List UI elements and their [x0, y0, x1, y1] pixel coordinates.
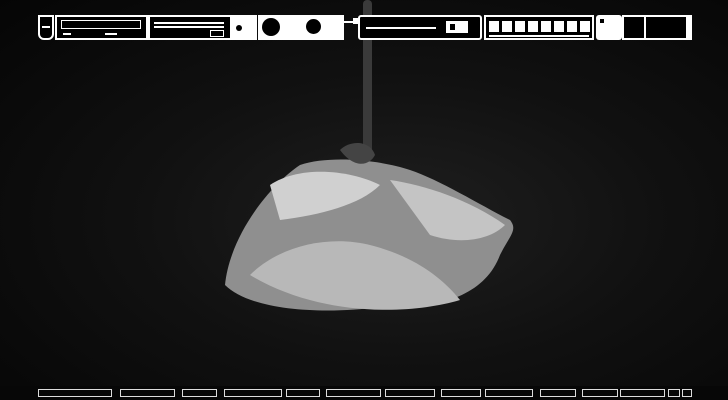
- dock-item-8[interactable]: [441, 389, 481, 397]
- workspace-4-button[interactable]: [528, 21, 538, 32]
- tape-window-icon: [210, 30, 224, 37]
- dock-item-7[interactable]: [385, 389, 435, 397]
- workspace-8-button[interactable]: [580, 21, 590, 32]
- tape-deck-icon: [154, 22, 224, 24]
- dock-item-2[interactable]: [120, 389, 175, 397]
- dock-item-13[interactable]: [668, 389, 680, 397]
- cassette-deck-widget[interactable]: [148, 15, 232, 40]
- tray-edge-icon: [686, 17, 690, 38]
- workspace-switcher[interactable]: [484, 15, 594, 40]
- top-panel: [38, 15, 692, 40]
- knob-icon[interactable]: [306, 19, 321, 34]
- workspace-2-button[interactable]: [502, 21, 512, 32]
- gauge-icon: [236, 25, 242, 31]
- cd-player-widget[interactable]: [55, 15, 148, 40]
- volume-knob-widget[interactable]: [284, 15, 344, 40]
- system-monitor-widget[interactable]: [232, 15, 257, 40]
- dock-item-4[interactable]: [224, 389, 282, 397]
- desktop: [0, 0, 728, 400]
- cd-player-icon: [61, 20, 141, 29]
- dock-item-6[interactable]: [326, 389, 381, 397]
- dock-item-14[interactable]: [682, 389, 692, 397]
- dock-item-12[interactable]: [620, 389, 665, 397]
- workspace-1-button[interactable]: [489, 21, 499, 32]
- cd-play-icon[interactable]: [105, 33, 117, 35]
- fan-icon: [262, 18, 280, 36]
- workspace-7-button[interactable]: [567, 21, 577, 32]
- connector-widget: [344, 15, 358, 40]
- workspace-ruler: [489, 35, 589, 37]
- tray-widget[interactable]: [596, 15, 622, 40]
- cd-eject-icon[interactable]: [63, 33, 71, 35]
- dock-item-1[interactable]: [38, 389, 112, 397]
- workspace-3-button[interactable]: [515, 21, 525, 32]
- workspace-5-button[interactable]: [541, 21, 551, 32]
- logo-icon: [42, 26, 50, 28]
- bottom-dock: [0, 386, 728, 400]
- dock-item-10[interactable]: [540, 389, 576, 397]
- tray-panel[interactable]: [622, 15, 692, 40]
- workspace-6-button[interactable]: [554, 21, 564, 32]
- cooling-fan-widget[interactable]: [258, 15, 284, 40]
- dock-item-3[interactable]: [182, 389, 217, 397]
- battery-cell-icon: [450, 24, 455, 30]
- battery-level-icon: [366, 27, 436, 29]
- rose-image: [225, 143, 514, 311]
- battery-widget[interactable]: [358, 15, 482, 40]
- tray-divider: [644, 17, 646, 38]
- tape-slot-icon: [154, 26, 224, 28]
- dock-item-9[interactable]: [485, 389, 533, 397]
- tray-icon: [600, 19, 604, 23]
- dock-item-5[interactable]: [286, 389, 320, 397]
- logo-widget[interactable]: [38, 15, 54, 40]
- dock-item-11[interactable]: [582, 389, 618, 397]
